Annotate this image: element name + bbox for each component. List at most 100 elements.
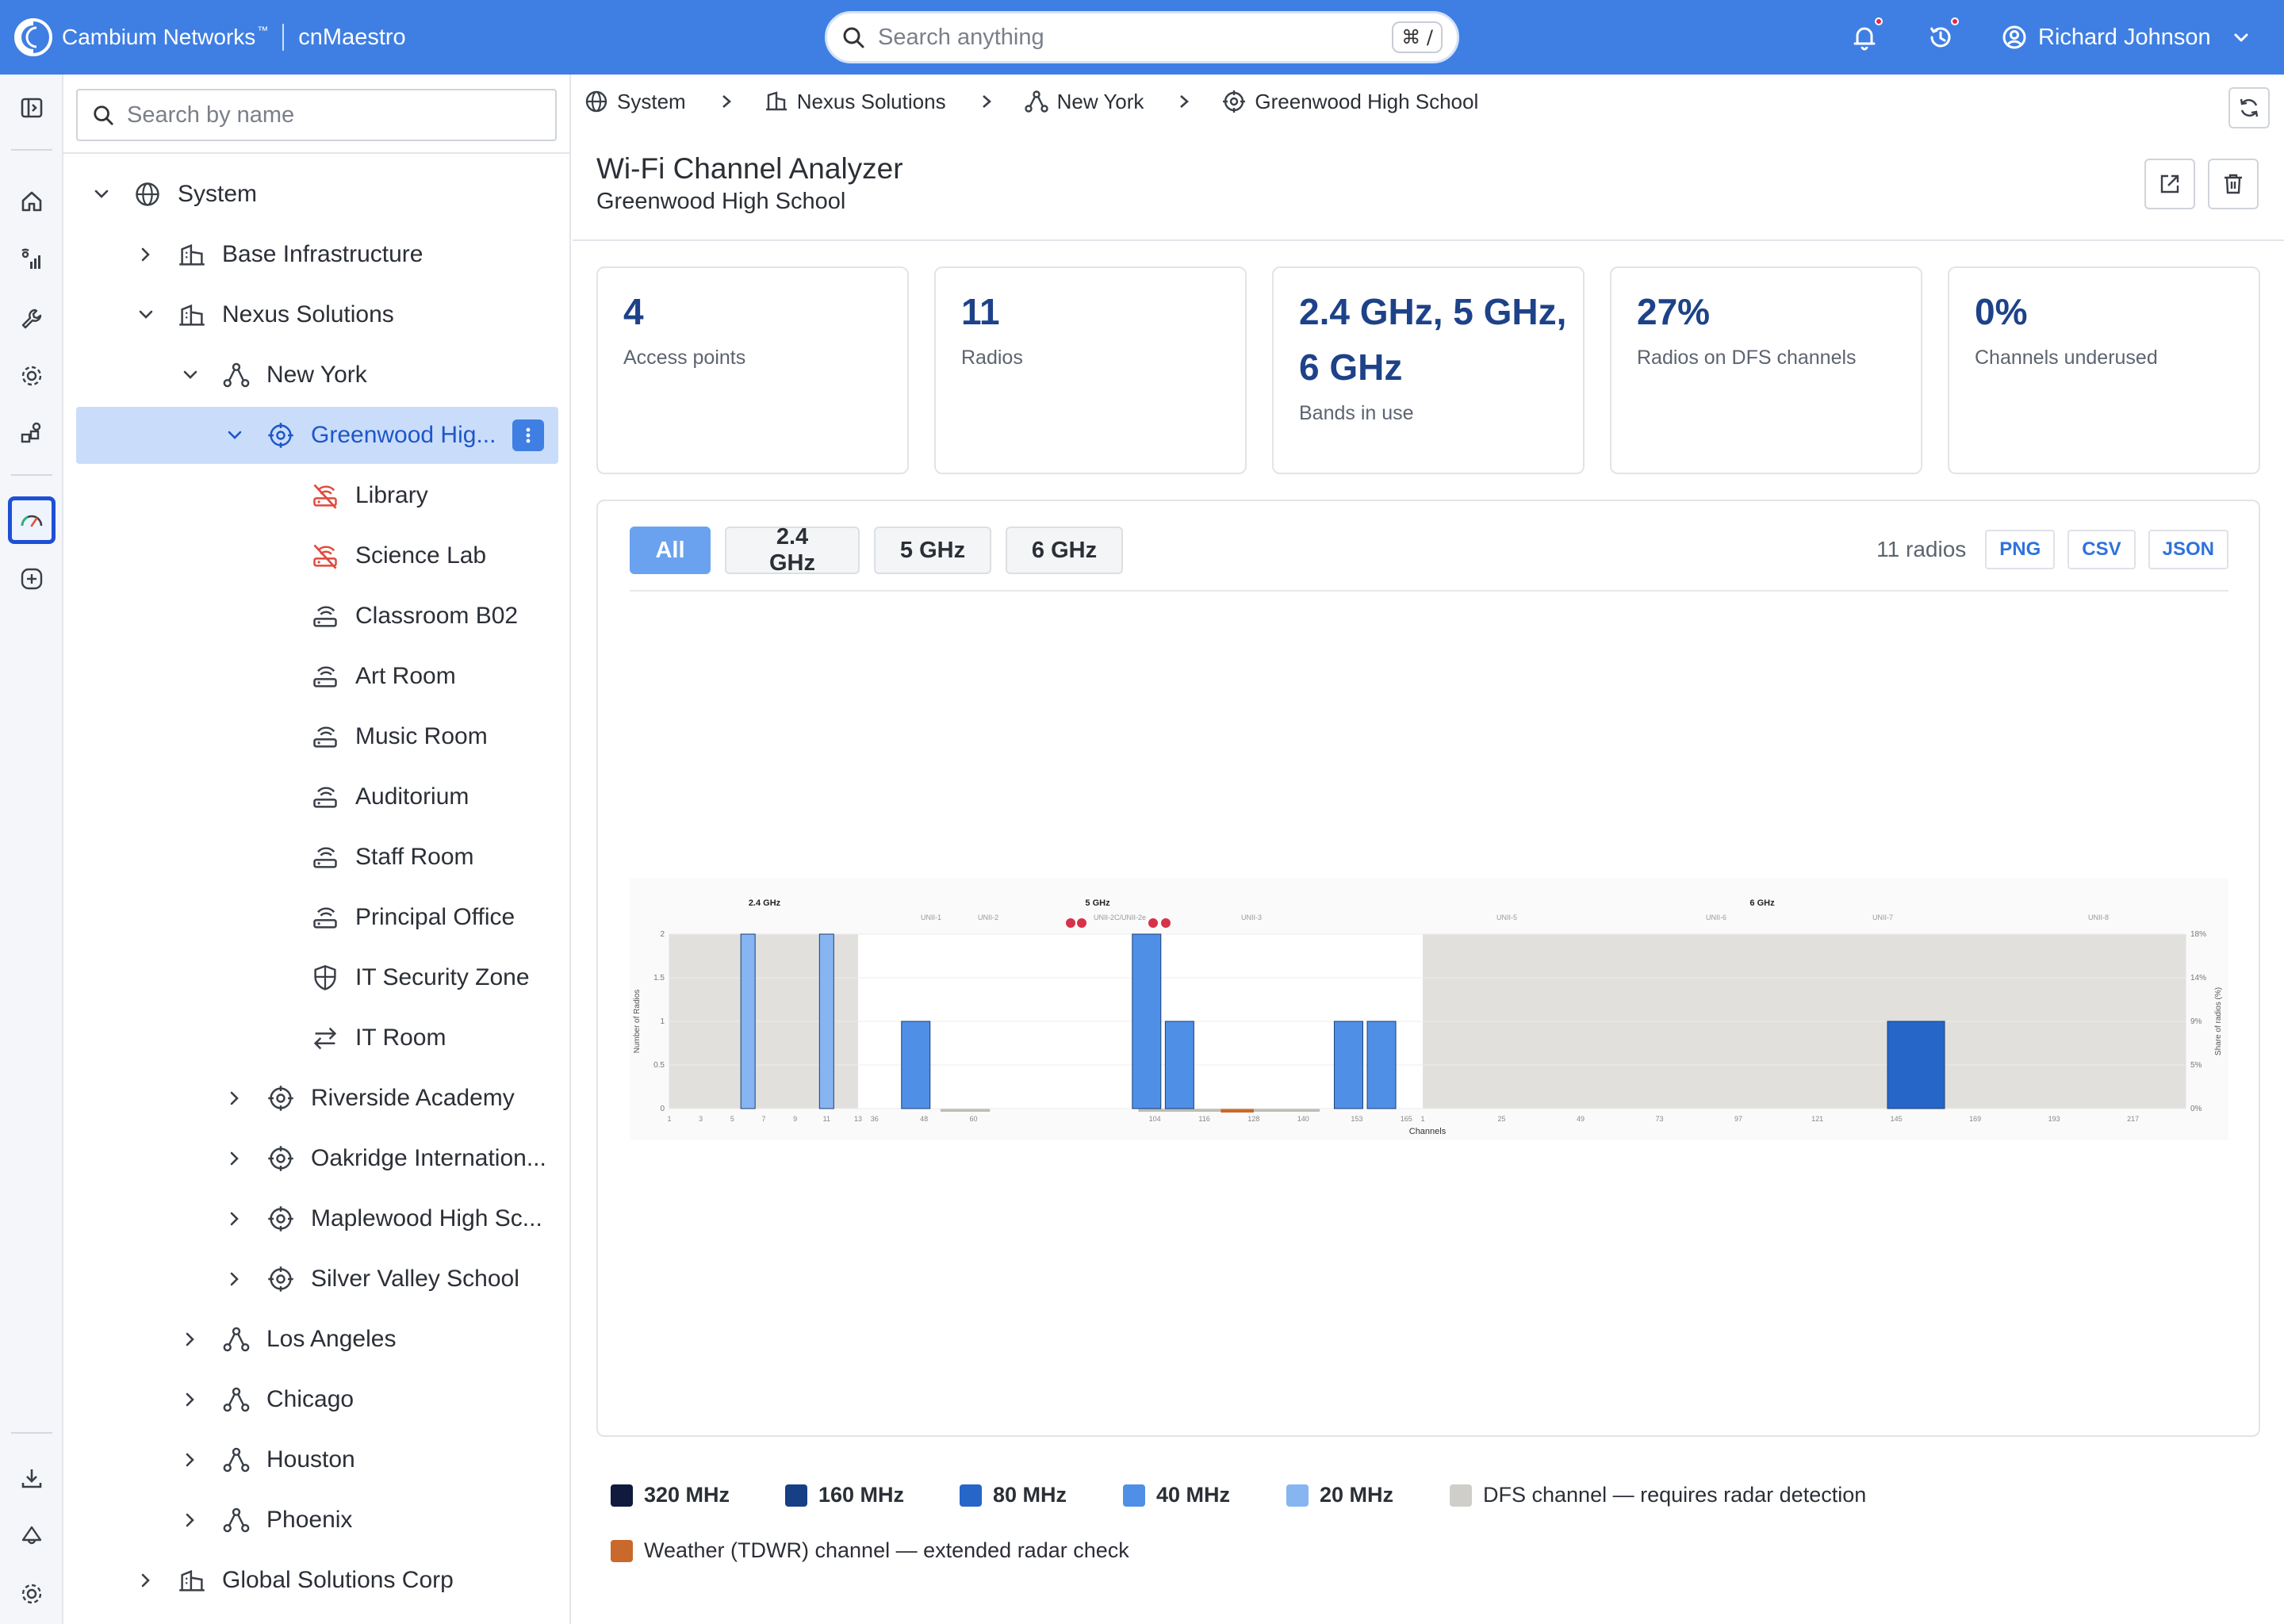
- download-button[interactable]: [14, 1461, 49, 1496]
- global-search[interactable]: ⌘ /: [825, 11, 1459, 63]
- tree-node[interactable]: Library: [76, 467, 558, 524]
- chevron-down-icon[interactable]: [90, 183, 113, 205]
- tree-node[interactable]: Classroom B02: [76, 588, 558, 645]
- toggle-sidebar-button[interactable]: [14, 90, 49, 125]
- tree-node[interactable]: Maplewood High Sc...: [76, 1190, 558, 1247]
- chevron-right-icon[interactable]: [224, 1147, 246, 1170]
- home-button[interactable]: [14, 184, 49, 219]
- band-title: 6 GHz: [1749, 898, 1775, 908]
- site-icon: [265, 1143, 297, 1174]
- chevron-right-icon[interactable]: [224, 1208, 246, 1230]
- ap-icon: [309, 661, 341, 692]
- chevron-right-icon[interactable]: [179, 1328, 201, 1350]
- chevron-right-icon[interactable]: [179, 1449, 201, 1471]
- activity-button[interactable]: [1924, 17, 1959, 54]
- tree-node[interactable]: Nexus Solutions: [76, 286, 558, 343]
- global-search-input[interactable]: [878, 24, 1393, 51]
- tools-button[interactable]: [14, 301, 49, 336]
- chevron-down-icon[interactable]: [135, 304, 157, 326]
- megaphone-icon: [21, 1526, 42, 1545]
- tree-search-input[interactable]: [127, 102, 541, 128]
- x-tick-label: 193: [2048, 1115, 2060, 1123]
- chevron-right-icon[interactable]: [135, 243, 157, 266]
- x-tick-label: 5: [730, 1115, 734, 1123]
- tree-node[interactable]: Staff Room: [76, 829, 558, 886]
- tree-node[interactable]: IT Room: [76, 1009, 558, 1067]
- tree-node[interactable]: Music Room: [76, 708, 558, 765]
- export-json-button[interactable]: JSON: [2148, 530, 2228, 569]
- x-tick-label: 116: [1198, 1115, 1209, 1123]
- breadcrumb-system[interactable]: System: [584, 89, 686, 114]
- tree-node[interactable]: Silver Valley School: [76, 1251, 558, 1308]
- tree-node[interactable]: System: [76, 166, 558, 223]
- monitor-button[interactable]: [14, 243, 49, 278]
- chevron-right-icon[interactable]: [179, 1388, 201, 1411]
- tab-all[interactable]: All: [630, 527, 711, 574]
- tab-5-ghz[interactable]: 5 GHz: [874, 527, 991, 574]
- breadcrumb-new-york[interactable]: New York: [1024, 89, 1144, 114]
- legend-swatch: [1450, 1484, 1472, 1507]
- tree-node[interactable]: Art Room: [76, 648, 558, 705]
- node-actions-button[interactable]: [512, 419, 544, 451]
- top-bar: Cambium Networks™ cnMaestro ⌘ / Richard …: [0, 0, 2284, 75]
- export-png-button[interactable]: PNG: [1985, 530, 2056, 569]
- tree-node[interactable]: IT Security Zone: [76, 949, 558, 1006]
- x-tick-label: 153: [1351, 1115, 1362, 1123]
- gear-icon: [21, 366, 42, 386]
- sub-band-label: UNII-8: [2088, 914, 2109, 921]
- legend-item: DFS channel — requires radar detection: [1450, 1483, 1866, 1507]
- site-icon: [265, 1263, 297, 1295]
- tree-node[interactable]: Oakridge Internation...: [76, 1130, 558, 1187]
- radar-marker-icon: [1066, 918, 1075, 928]
- tree-search[interactable]: [76, 89, 557, 141]
- company-icon: [176, 299, 208, 331]
- analyzer-button[interactable]: [8, 496, 56, 544]
- tree-node[interactable]: Riverside Academy: [76, 1070, 558, 1127]
- tree-node[interactable]: New York: [76, 347, 558, 404]
- legend-item: 80 MHz: [960, 1483, 1067, 1507]
- tree-node[interactable]: Los Angeles: [76, 1311, 558, 1368]
- tree-node[interactable]: Houston: [76, 1431, 558, 1488]
- search-icon: [843, 27, 864, 48]
- y-tick-label: 1: [660, 1017, 665, 1026]
- settings-button[interactable]: [14, 358, 49, 393]
- legend-label: 320 MHz: [644, 1483, 730, 1507]
- whats-new-button[interactable]: [14, 1518, 49, 1553]
- tab-2-4-ghz[interactable]: 2.4 GHz: [725, 524, 860, 576]
- tree-node-label: Silver Valley School: [311, 1266, 519, 1292]
- notifications-button[interactable]: [1848, 17, 1883, 54]
- tree-node[interactable]: Base Infrastructure: [76, 226, 558, 283]
- delete-button[interactable]: [2208, 159, 2259, 209]
- chevron-right-icon[interactable]: [135, 1569, 157, 1591]
- y-tick-label: 0: [660, 1105, 665, 1113]
- services-button[interactable]: [14, 416, 49, 450]
- refresh-button[interactable]: [2228, 87, 2270, 128]
- chevron-right-icon[interactable]: [224, 1087, 246, 1109]
- radio-count: 11 radios: [1876, 537, 1967, 561]
- preferences-button[interactable]: [14, 1576, 49, 1611]
- tree-node[interactable]: Global Solutions Corp: [76, 1552, 558, 1609]
- user-menu[interactable]: Richard Johnson: [2002, 0, 2251, 75]
- tree-node[interactable]: Phoenix: [76, 1492, 558, 1549]
- open-external-button[interactable]: [2144, 159, 2195, 209]
- tree-node[interactable]: Greenwood Hig...: [76, 407, 558, 464]
- chevron-right-icon[interactable]: [224, 1268, 246, 1290]
- breadcrumb-nexus[interactable]: Nexus Solutions: [764, 89, 946, 114]
- add-button[interactable]: [14, 561, 49, 596]
- tree-node[interactable]: Science Lab: [76, 527, 558, 584]
- export-csv-button[interactable]: CSV: [2067, 530, 2136, 569]
- brand[interactable]: Cambium Networks ™ cnMaestro: [13, 0, 406, 75]
- network-icon: [220, 1444, 252, 1476]
- tree-node[interactable]: Chicago: [76, 1371, 558, 1428]
- chevron-down-icon[interactable]: [179, 364, 201, 386]
- channel-bar: [901, 1021, 931, 1109]
- tab-6-ghz[interactable]: 6 GHz: [1006, 527, 1123, 574]
- chevron-down-icon[interactable]: [224, 424, 246, 446]
- tree-node[interactable]: Auditorium: [76, 768, 558, 825]
- chevron-right-icon[interactable]: [179, 1509, 201, 1531]
- breadcrumb-greenwood[interactable]: Greenwood High School: [1221, 89, 1478, 114]
- tree-node[interactable]: Principal Office: [76, 889, 558, 946]
